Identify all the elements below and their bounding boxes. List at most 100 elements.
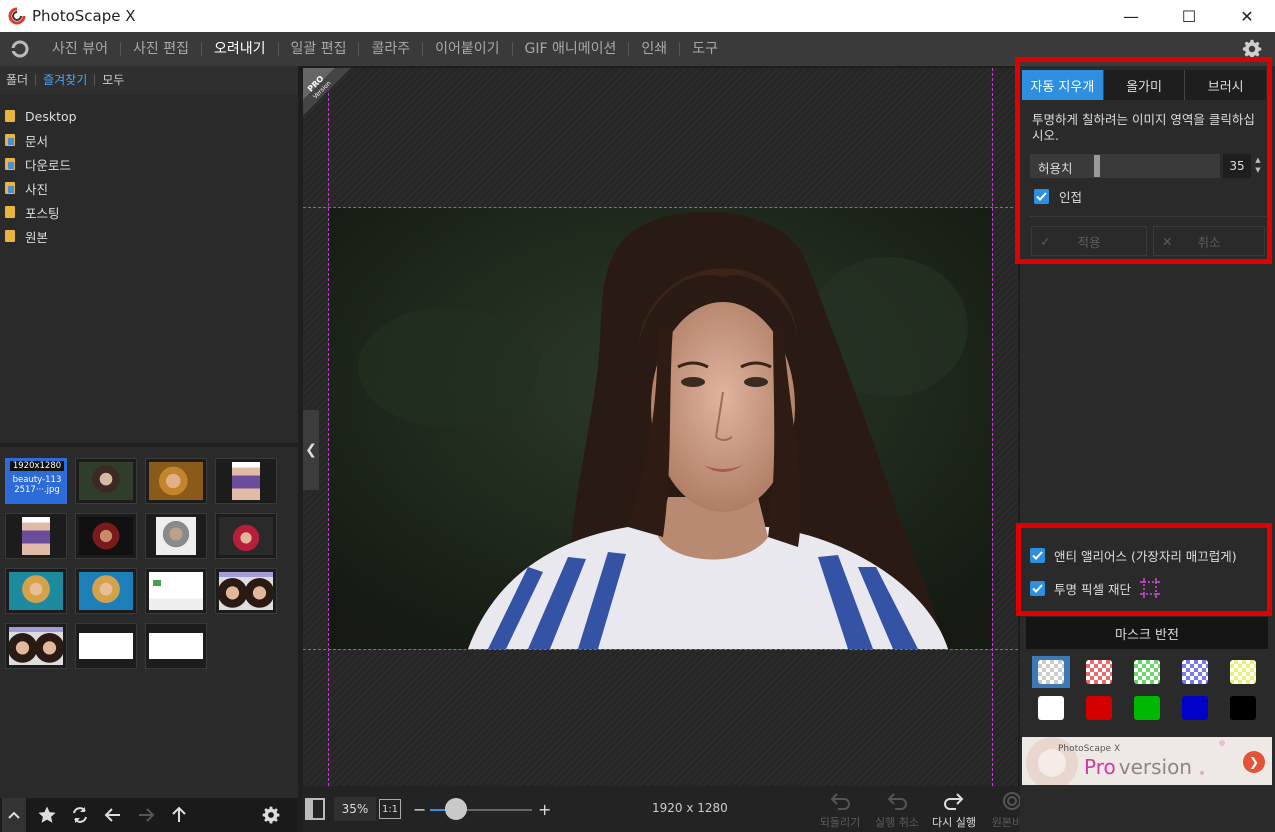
- folder-item[interactable]: 다운로드: [0, 152, 298, 176]
- adjacent-checkbox-row[interactable]: 인접: [1034, 187, 1082, 206]
- thumbnail[interactable]: [145, 513, 207, 559]
- downloads-folder-icon: [5, 158, 15, 170]
- thumbnail[interactable]: [215, 458, 277, 504]
- x-icon: ✕: [1162, 233, 1173, 249]
- trim-crop-icon: [1139, 578, 1160, 598]
- swatch-black[interactable]: [1224, 692, 1262, 724]
- swatch-green-check[interactable]: [1128, 656, 1166, 688]
- thumb-resolution: 1920x1280: [10, 461, 64, 471]
- thumbnail[interactable]: [5, 513, 67, 559]
- folder-item[interactable]: 문서: [0, 128, 298, 152]
- swatch-blue-check[interactable]: [1176, 656, 1214, 688]
- cutout-tab[interactable]: 올가미: [1103, 70, 1186, 100]
- thumbnail[interactable]: [215, 513, 277, 559]
- panel-toggle-icon[interactable]: [305, 798, 325, 820]
- menu-item[interactable]: 사진 편집: [121, 42, 202, 56]
- zoom-slider-thumb[interactable]: [444, 798, 467, 820]
- tolerance-slider-handle[interactable]: [1094, 155, 1100, 177]
- cutout-tab[interactable]: 자동 지우개: [1022, 70, 1104, 100]
- back-arrow-icon[interactable]: [102, 804, 124, 826]
- thumbnail[interactable]: [75, 458, 137, 504]
- swatch-white[interactable]: [1032, 692, 1070, 724]
- apply-label: 적용: [1077, 234, 1101, 250]
- adjacent-checkbox[interactable]: [1034, 189, 1049, 204]
- antialias-checkbox[interactable]: [1030, 548, 1045, 563]
- menu-item[interactable]: 사진 뷰어: [40, 42, 121, 56]
- browser-tab[interactable]: 즐겨찾기: [36, 74, 96, 86]
- thumbnail[interactable]: [145, 623, 207, 669]
- close-button[interactable]: ✕: [1218, 0, 1275, 32]
- browser-settings-icon[interactable]: [260, 804, 282, 826]
- antialias-checkbox-row[interactable]: 앤티 앨리어스 (가장자리 매끄럽게): [1030, 546, 1237, 565]
- thumbnail[interactable]: [75, 513, 137, 559]
- swatch-yellow-check[interactable]: [1224, 656, 1262, 688]
- mask-invert-button[interactable]: 마스크 반전: [1026, 617, 1268, 649]
- divider: [1030, 216, 1266, 217]
- thumbnail[interactable]: [75, 623, 137, 669]
- panel-divider[interactable]: [0, 443, 298, 447]
- app-logo-icon: [8, 7, 26, 25]
- spin-down-icon[interactable]: ▼: [1252, 165, 1264, 175]
- menu-item[interactable]: GIF 애니메이션: [513, 42, 630, 56]
- undo-all-icon: [830, 793, 850, 810]
- menu-item[interactable]: 도구: [680, 42, 730, 56]
- crop-guide-right: [992, 68, 993, 786]
- cancel-button[interactable]: ✕ 취소: [1153, 226, 1265, 256]
- folder-label: 원본: [25, 229, 49, 245]
- thumbnail[interactable]: [5, 623, 67, 669]
- tolerance-spinner[interactable]: ▲ ▼: [1252, 155, 1264, 177]
- swatch-red-check[interactable]: [1080, 656, 1118, 688]
- pro-version-banner[interactable]: PhotoScape X Pro version ❯: [1022, 737, 1272, 785]
- apply-button[interactable]: ✓ 적용: [1031, 226, 1147, 256]
- action-label: 실행 취소: [875, 816, 919, 829]
- thumbnail[interactable]: [75, 568, 137, 614]
- maximize-button[interactable]: ☐: [1160, 0, 1218, 32]
- zoom-in-icon[interactable]: +: [538, 800, 551, 819]
- trim-checkbox-row[interactable]: 투명 픽셀 재단: [1030, 577, 1161, 599]
- zoom-percent[interactable]: 35%: [334, 797, 376, 821]
- folder-item[interactable]: 포스팅: [0, 200, 298, 224]
- folder-item[interactable]: 사진: [0, 176, 298, 200]
- redo-button[interactable]: 다시 실행: [926, 790, 982, 832]
- spin-up-icon[interactable]: ▲: [1252, 155, 1264, 165]
- image-dimensions: 1920 x 1280: [652, 801, 728, 815]
- menu-item[interactable]: 인쇄: [629, 42, 681, 56]
- banner-pro: Pro: [1084, 755, 1116, 779]
- thumbnail[interactable]: [145, 568, 207, 614]
- swatch-transparent[interactable]: [1032, 656, 1070, 688]
- cutout-tab[interactable]: 브러시: [1185, 70, 1267, 100]
- folder-item[interactable]: 원본: [0, 224, 298, 248]
- home-logo-icon[interactable]: [8, 39, 30, 59]
- swatch-green[interactable]: [1128, 692, 1166, 724]
- thumbnail[interactable]: [145, 458, 207, 504]
- thumbnail[interactable]: [215, 568, 277, 614]
- up-arrow-icon[interactable]: [168, 804, 190, 826]
- close-icon: ✕: [1240, 6, 1254, 26]
- menu-item[interactable]: 이어붙이기: [423, 42, 513, 56]
- thumbnail-selected[interactable]: 1920x1280 beauty-113 2517···.jpg: [5, 458, 67, 504]
- swatch-red[interactable]: [1080, 692, 1118, 724]
- minimize-button[interactable]: —: [1102, 0, 1160, 32]
- browser-tab[interactable]: 폴더: [6, 74, 37, 86]
- collapse-up-icon[interactable]: [2, 798, 26, 832]
- actual-size-button[interactable]: 1:1: [379, 799, 401, 819]
- folder-label: 문서: [25, 133, 49, 149]
- menu-item[interactable]: 오려내기: [202, 42, 279, 56]
- trim-checkbox[interactable]: [1030, 580, 1045, 596]
- refresh-icon[interactable]: [69, 804, 91, 826]
- thumbnail[interactable]: [5, 568, 67, 614]
- collapse-panel-button[interactable]: ❮: [303, 410, 319, 490]
- menu-item[interactable]: 콜라주: [359, 42, 424, 56]
- tolerance-value[interactable]: 35: [1223, 154, 1251, 178]
- zoom-out-icon[interactable]: −: [413, 800, 426, 819]
- swatch-color: [1182, 660, 1208, 684]
- menu-item[interactable]: 일괄 편집: [279, 42, 360, 56]
- portrait-photo[interactable]: [328, 207, 992, 649]
- swatch-blue[interactable]: [1176, 692, 1214, 724]
- pro-version-badge: PRO Version: [303, 68, 351, 116]
- folder-item[interactable]: Desktop: [0, 104, 298, 128]
- browser-tab[interactable]: 모두: [95, 74, 131, 86]
- undo-all-button: 되돌리기: [812, 790, 868, 832]
- favorite-star-icon[interactable]: [36, 804, 58, 826]
- banner-arrow-icon[interactable]: ❯: [1243, 751, 1265, 773]
